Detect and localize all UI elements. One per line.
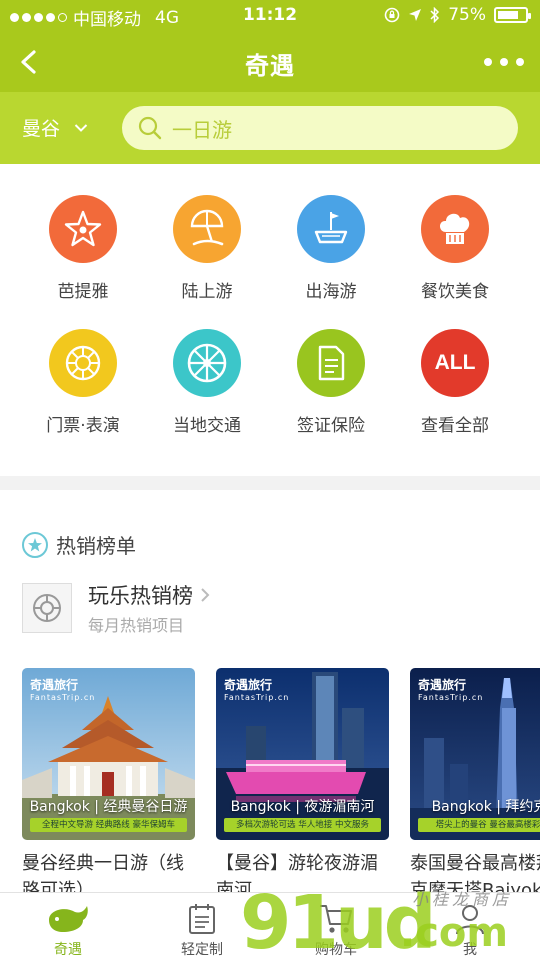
tab-label: 奇遇 <box>54 942 82 958</box>
category-label: 陆上游 <box>181 282 233 302</box>
card-tagline: 全程中文导游 经典路线 豪华保姆车 <box>30 818 187 832</box>
card-caption: Bangkok | 经典曼谷日游 <box>29 799 188 815</box>
location-icon <box>409 9 422 21</box>
star-icon <box>22 531 48 558</box>
card-image: 奇遇旅行 FantasTrip.cn Bangkok | 夜游湄南河 多档次游轮可… <box>216 668 389 840</box>
tab-label: 购物车 <box>315 942 357 958</box>
card-caption: Bangkok | 拜约克摩 <box>431 799 540 815</box>
nav-bar: 奇遇 <box>0 32 540 92</box>
category-grid: 芭提雅 陆上游 出海游 餐饮美食 门票·表演 当地交通 签证保险 ALL 查看全… <box>0 164 540 476</box>
boat-icon <box>297 195 365 263</box>
category-label: 查看全部 <box>421 416 489 436</box>
tab-bar: 奇遇 轻定制 购物车 我 <box>0 892 540 960</box>
category-label: 芭提雅 <box>57 282 109 302</box>
product-card[interactable]: 奇遇旅行 FantasTrip.cn Bangkok | 夜游湄南河 多档次游轮可… <box>216 668 389 904</box>
whale-icon <box>49 906 88 932</box>
search-placeholder: 一日游 <box>172 117 232 142</box>
star-icon <box>49 195 117 263</box>
tab-me[interactable]: 我 <box>410 899 530 959</box>
section-header: 热销榜单 <box>22 530 136 559</box>
more-dots-icon <box>484 58 492 66</box>
tab-label: 轻定制 <box>181 942 223 958</box>
product-card[interactable]: 奇遇旅行FantasTrip.cn Bangkok | 拜约克摩 塔尖上的曼谷 … <box>410 668 540 904</box>
ranking-link[interactable]: 玩乐热销榜 每月热销项目 <box>22 580 211 636</box>
status-right: 75% <box>384 5 531 25</box>
search-input[interactable]: 一日游 <box>122 106 518 150</box>
city-selector[interactable]: 曼谷 <box>22 114 88 141</box>
category-view-all[interactable]: ALL 查看全部 <box>393 329 517 436</box>
bluetooth-icon <box>430 7 440 23</box>
category-visa-insurance[interactable]: 签证保险 <box>269 329 393 436</box>
calendar-icon <box>189 904 215 934</box>
brand-logo: 奇遇旅行 FantasTrip.cn <box>224 678 290 702</box>
city-name: 曼谷 <box>22 118 61 140</box>
status-bar: 中国移动 4G 11:12 75% <box>0 0 540 32</box>
battery-icon <box>494 7 531 23</box>
chevron-right-icon <box>201 588 210 602</box>
ticket-wheel-icon <box>49 329 117 397</box>
tab-custom[interactable]: 轻定制 <box>142 899 262 959</box>
product-card[interactable]: 奇遇旅行 FantasTrip.cn Bangkok | 经典曼谷日游 全程中文导… <box>22 668 195 904</box>
wheel-icon <box>33 594 61 622</box>
category-food[interactable]: 餐饮美食 <box>393 195 517 302</box>
app-screen: 中国移动 4G 11:12 75% 奇遇 曼谷 一日游 芭提雅 陆上游 出海游 … <box>0 0 540 960</box>
category-tickets[interactable]: 门票·表演 <box>21 329 145 436</box>
chef-hat-icon <box>421 195 489 263</box>
card-caption: Bangkok | 夜游湄南河 <box>230 799 375 815</box>
person-icon <box>456 905 484 935</box>
more-button[interactable] <box>484 50 524 74</box>
category-label: 签证保险 <box>297 416 365 436</box>
category-transport[interactable]: 当地交通 <box>145 329 269 436</box>
card-tagline: 多档次游轮可选 华人地接 中文服务 <box>224 818 381 832</box>
search-bar: 曼谷 一日游 <box>0 92 540 164</box>
card-tagline: 塔尖上的曼谷 曼谷最高楼彩虹云 <box>418 818 540 832</box>
category-sea-tour[interactable]: 出海游 <box>269 195 393 302</box>
beach-umbrella-icon <box>173 195 241 263</box>
brand-logo: 奇遇旅行 FantasTrip.cn <box>418 678 484 702</box>
tab-home[interactable]: 奇遇 <box>8 899 128 959</box>
card-image: 奇遇旅行FantasTrip.cn Bangkok | 拜约克摩 塔尖上的曼谷 … <box>410 668 540 840</box>
tab-label: 我 <box>463 942 477 958</box>
page-title: 奇遇 <box>245 52 295 80</box>
lock-rotation-icon <box>384 7 400 23</box>
search-icon <box>138 116 162 140</box>
category-label: 当地交通 <box>173 416 241 436</box>
all-text-icon: ALL <box>421 329 489 397</box>
tab-cart[interactable]: 购物车 <box>276 899 396 959</box>
category-label: 餐饮美食 <box>421 282 489 302</box>
category-label: 出海游 <box>305 282 357 302</box>
ranking-subtitle: 每月热销项目 <box>88 616 185 635</box>
section-title: 热销榜单 <box>56 534 136 558</box>
ranking-thumbnail <box>22 583 72 633</box>
document-icon <box>297 329 365 397</box>
chevron-down-icon <box>74 123 88 132</box>
card-image: 奇遇旅行 FantasTrip.cn Bangkok | 经典曼谷日游 全程中文导… <box>22 668 195 840</box>
category-label: 门票·表演 <box>46 416 120 436</box>
category-pattaya[interactable]: 芭提雅 <box>21 195 145 302</box>
brand-logo: 奇遇旅行 FantasTrip.cn <box>30 678 96 702</box>
cart-icon <box>320 905 352 933</box>
category-land-tour[interactable]: 陆上游 <box>145 195 269 302</box>
ranking-title: 玩乐热销榜 <box>88 584 193 608</box>
battery-percent: 75% <box>448 5 486 25</box>
wheel-icon <box>173 329 241 397</box>
hot-section: 热销榜单 玩乐热销榜 每月热销项目 奇遇旅行 FantasTrip.cn Ban… <box>0 490 540 901</box>
